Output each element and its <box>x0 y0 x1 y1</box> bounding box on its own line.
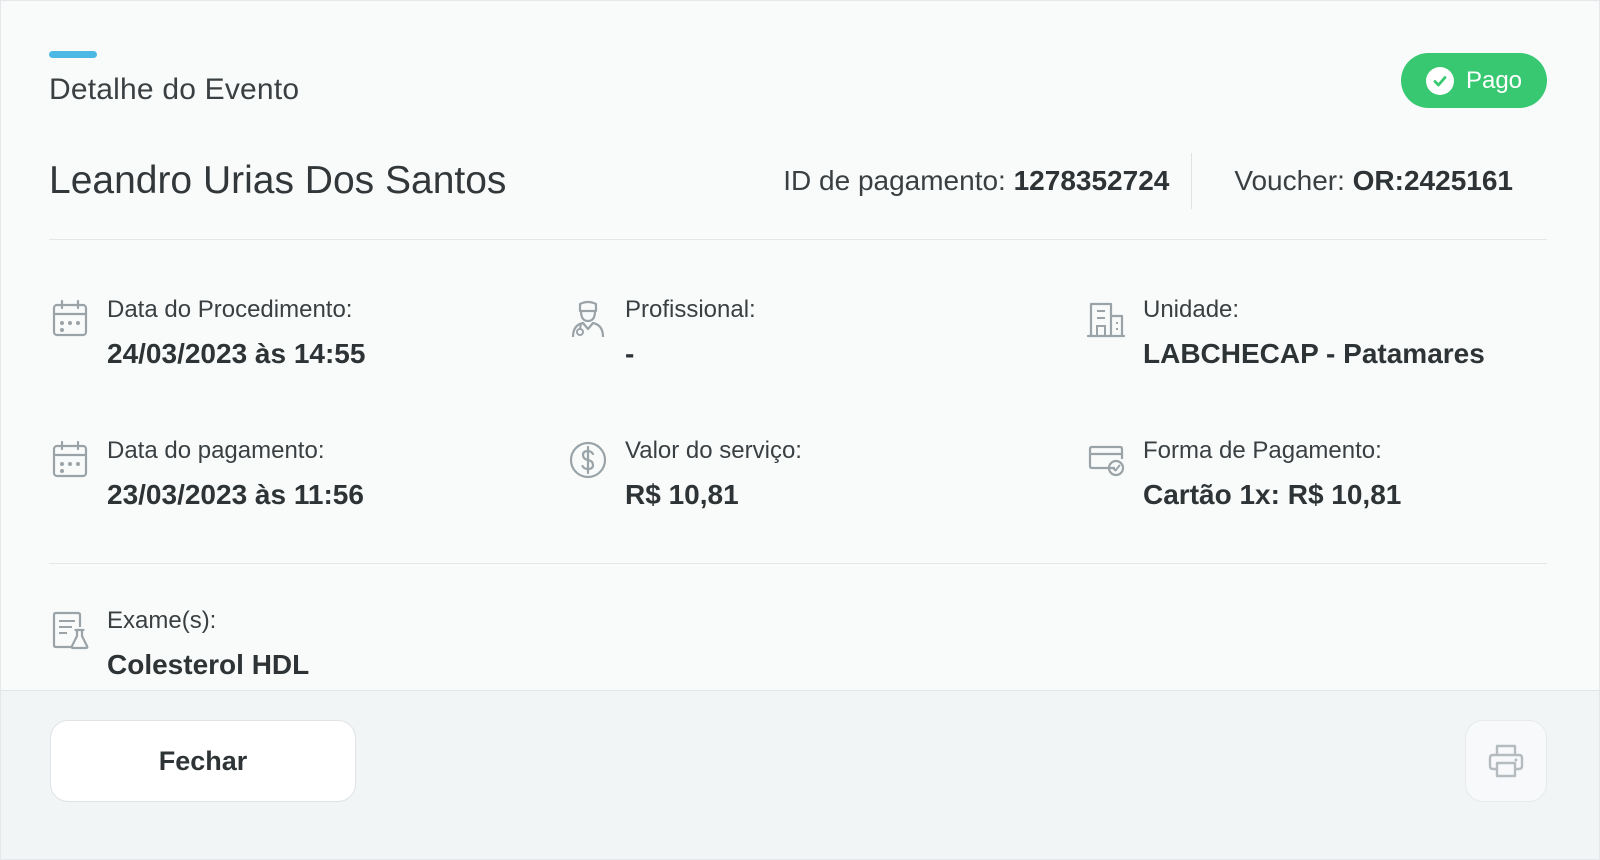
field-unit: Unidade: LABCHECAP - Patamares <box>1087 295 1485 371</box>
calendar-icon <box>52 299 88 337</box>
voucher-value: OR:2425161 <box>1352 165 1513 196</box>
procedure-date-value: 24/03/2023 às 14:55 <box>107 338 366 369</box>
voucher-label: Voucher: <box>1234 165 1345 196</box>
field-service-value: Valor do serviço: R$ 10,81 <box>569 436 802 512</box>
professional-label: Profissional: <box>625 296 756 323</box>
building-icon <box>1087 302 1125 338</box>
check-circle-icon <box>1425 66 1454 95</box>
calendar-icon <box>52 440 88 478</box>
printer-icon <box>1488 744 1524 778</box>
header-divider <box>49 239 1547 240</box>
status-badge: Pago <box>1401 53 1547 108</box>
payment-date-label: Data do pagamento: <box>107 437 325 464</box>
field-payment-date: Data do pagamento: 23/03/2023 às 11:56 <box>51 436 364 512</box>
unit-label: Unidade: <box>1143 296 1240 323</box>
service-value-value: R$ 10,81 <box>625 479 739 510</box>
print-button[interactable] <box>1465 720 1547 802</box>
payment-method-label: Forma de Pagamento: <box>1143 437 1382 464</box>
doctor-icon <box>571 300 605 338</box>
modal-footer: Fechar <box>1 690 1599 859</box>
procedure-date-label: Data do Procedimento: <box>107 296 353 323</box>
payment-identifiers: ID de pagamento: 1278352724 Voucher: OR:… <box>783 151 1513 211</box>
payment-method-value: Cartão 1x: R$ 10,81 <box>1143 479 1402 510</box>
details-divider <box>49 563 1547 564</box>
exams-value: Colesterol HDL <box>107 649 310 680</box>
field-payment-method: Forma de Pagamento: Cartão 1x: R$ 10,81 <box>1087 436 1401 512</box>
modal-content: Detalhe do Evento Pago Leandro Urias Dos… <box>49 1 1547 690</box>
exams-label: Exame(s): <box>107 607 217 634</box>
lab-report-icon <box>52 611 89 650</box>
professional-value: - <box>625 338 635 369</box>
field-exams: Exame(s): Colesterol HDL <box>51 606 309 682</box>
event-detail-modal: Detalhe do Evento Pago Leandro Urias Dos… <box>0 0 1600 860</box>
payment-id-label: ID de pagamento: <box>783 165 1006 196</box>
field-professional: Profissional: - <box>569 295 756 371</box>
patient-name: Leandro Urias Dos Santos <box>49 159 507 202</box>
payment-date-value: 23/03/2023 às 11:56 <box>107 479 364 510</box>
ids-separator <box>1191 153 1193 209</box>
card-check-icon <box>1088 445 1125 477</box>
unit-value: LABCHECAP - Patamares <box>1143 338 1485 369</box>
payment-id-value: 1278352724 <box>1013 165 1170 196</box>
status-badge-label: Pago <box>1465 66 1523 94</box>
dollar-icon <box>569 441 607 479</box>
close-button[interactable]: Fechar <box>50 720 356 802</box>
field-procedure-date: Data do Procedimento: 24/03/2023 às 14:5… <box>51 295 365 371</box>
modal-title: Detalhe do Evento <box>49 73 300 106</box>
service-value-label: Valor do serviço: <box>625 437 802 464</box>
title-accent-bar <box>49 51 97 58</box>
